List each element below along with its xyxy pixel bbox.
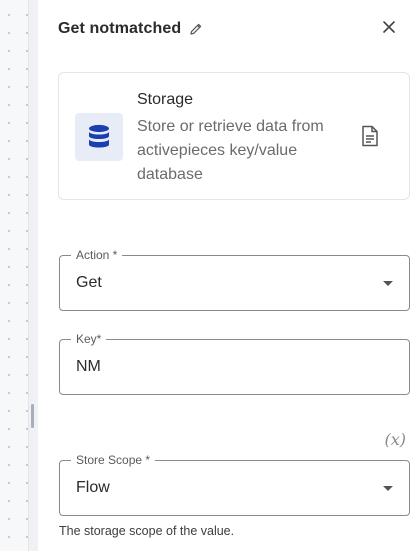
store-scope-label: Store Scope * bbox=[71, 453, 156, 467]
action-label: Action * bbox=[71, 248, 123, 262]
pencil-icon[interactable] bbox=[189, 22, 203, 36]
store-scope-helper: The storage scope of the value. bbox=[59, 524, 235, 538]
piece-info-card: Storage Store or retrieve data from acti… bbox=[58, 72, 410, 200]
chevron-down-icon[interactable] bbox=[383, 486, 393, 491]
dynamic-value-toggle[interactable]: (x) bbox=[384, 430, 406, 449]
key-label: Key* bbox=[71, 332, 107, 346]
panel-header: Get notmatched bbox=[58, 18, 203, 40]
resize-handle[interactable] bbox=[31, 404, 34, 428]
store-scope-value: Flow bbox=[76, 479, 110, 496]
document-icon[interactable] bbox=[361, 125, 379, 147]
close-icon[interactable] bbox=[382, 20, 396, 34]
step-title[interactable]: Get notmatched bbox=[58, 20, 181, 38]
piece-description: Store or retrieve data from activepieces… bbox=[137, 118, 324, 183]
action-value: Get bbox=[76, 274, 102, 291]
panel-divider bbox=[28, 0, 38, 551]
key-input[interactable]: Key* NM bbox=[59, 332, 410, 395]
action-select[interactable]: Action * Get bbox=[59, 248, 410, 311]
piece-name: Storage bbox=[137, 91, 194, 108]
database-icon bbox=[75, 113, 123, 161]
key-value[interactable]: NM bbox=[76, 358, 101, 376]
store-scope-select[interactable]: Store Scope * Flow bbox=[59, 453, 410, 516]
flow-canvas[interactable] bbox=[0, 0, 28, 551]
step-settings-panel: Get notmatched Storage Store or retrieve… bbox=[38, 0, 420, 551]
chevron-down-icon[interactable] bbox=[383, 281, 393, 286]
